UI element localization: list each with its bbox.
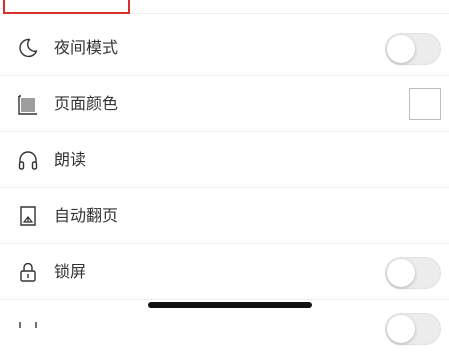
partial-toggle[interactable]: [385, 313, 441, 345]
toggle-knob: [387, 35, 415, 63]
menu-row-night-mode[interactable]: 夜间模式: [0, 20, 449, 76]
page-color-label: 页面颜色: [54, 94, 119, 113]
menu-row-auto-page-turn[interactable]: 自动翻页: [0, 188, 449, 244]
settings-menu: 夜间模式 页面颜色 朗读 自动翻页 锁屏: [0, 0, 449, 345]
page-color-icon: [16, 92, 40, 116]
page-color-swatch[interactable]: [409, 88, 441, 120]
headphones-icon: [16, 148, 40, 172]
read-aloud-label: 朗读: [54, 150, 87, 169]
home-indicator[interactable]: [148, 302, 312, 308]
night-mode-toggle[interactable]: [385, 33, 441, 65]
lock-screen-label: 锁屏: [54, 262, 87, 281]
lock-screen-toggle[interactable]: [385, 257, 441, 289]
night-mode-label: 夜间模式: [54, 38, 119, 57]
menu-row-lock-screen[interactable]: 锁屏: [0, 244, 449, 300]
highlight-frame: [3, 0, 130, 14]
partial-icon: [16, 316, 40, 340]
moon-icon: [16, 36, 40, 60]
auto-page-turn-label: 自动翻页: [54, 206, 119, 225]
menu-row-partial-bottom[interactable]: [0, 300, 449, 356]
menu-row-read-aloud[interactable]: 朗读: [0, 132, 449, 188]
lock-icon: [16, 260, 40, 284]
toggle-knob: [387, 315, 415, 343]
auto-page-turn-icon: [16, 204, 40, 228]
menu-row-page-color[interactable]: 页面颜色: [0, 76, 449, 132]
toggle-knob: [387, 259, 415, 287]
